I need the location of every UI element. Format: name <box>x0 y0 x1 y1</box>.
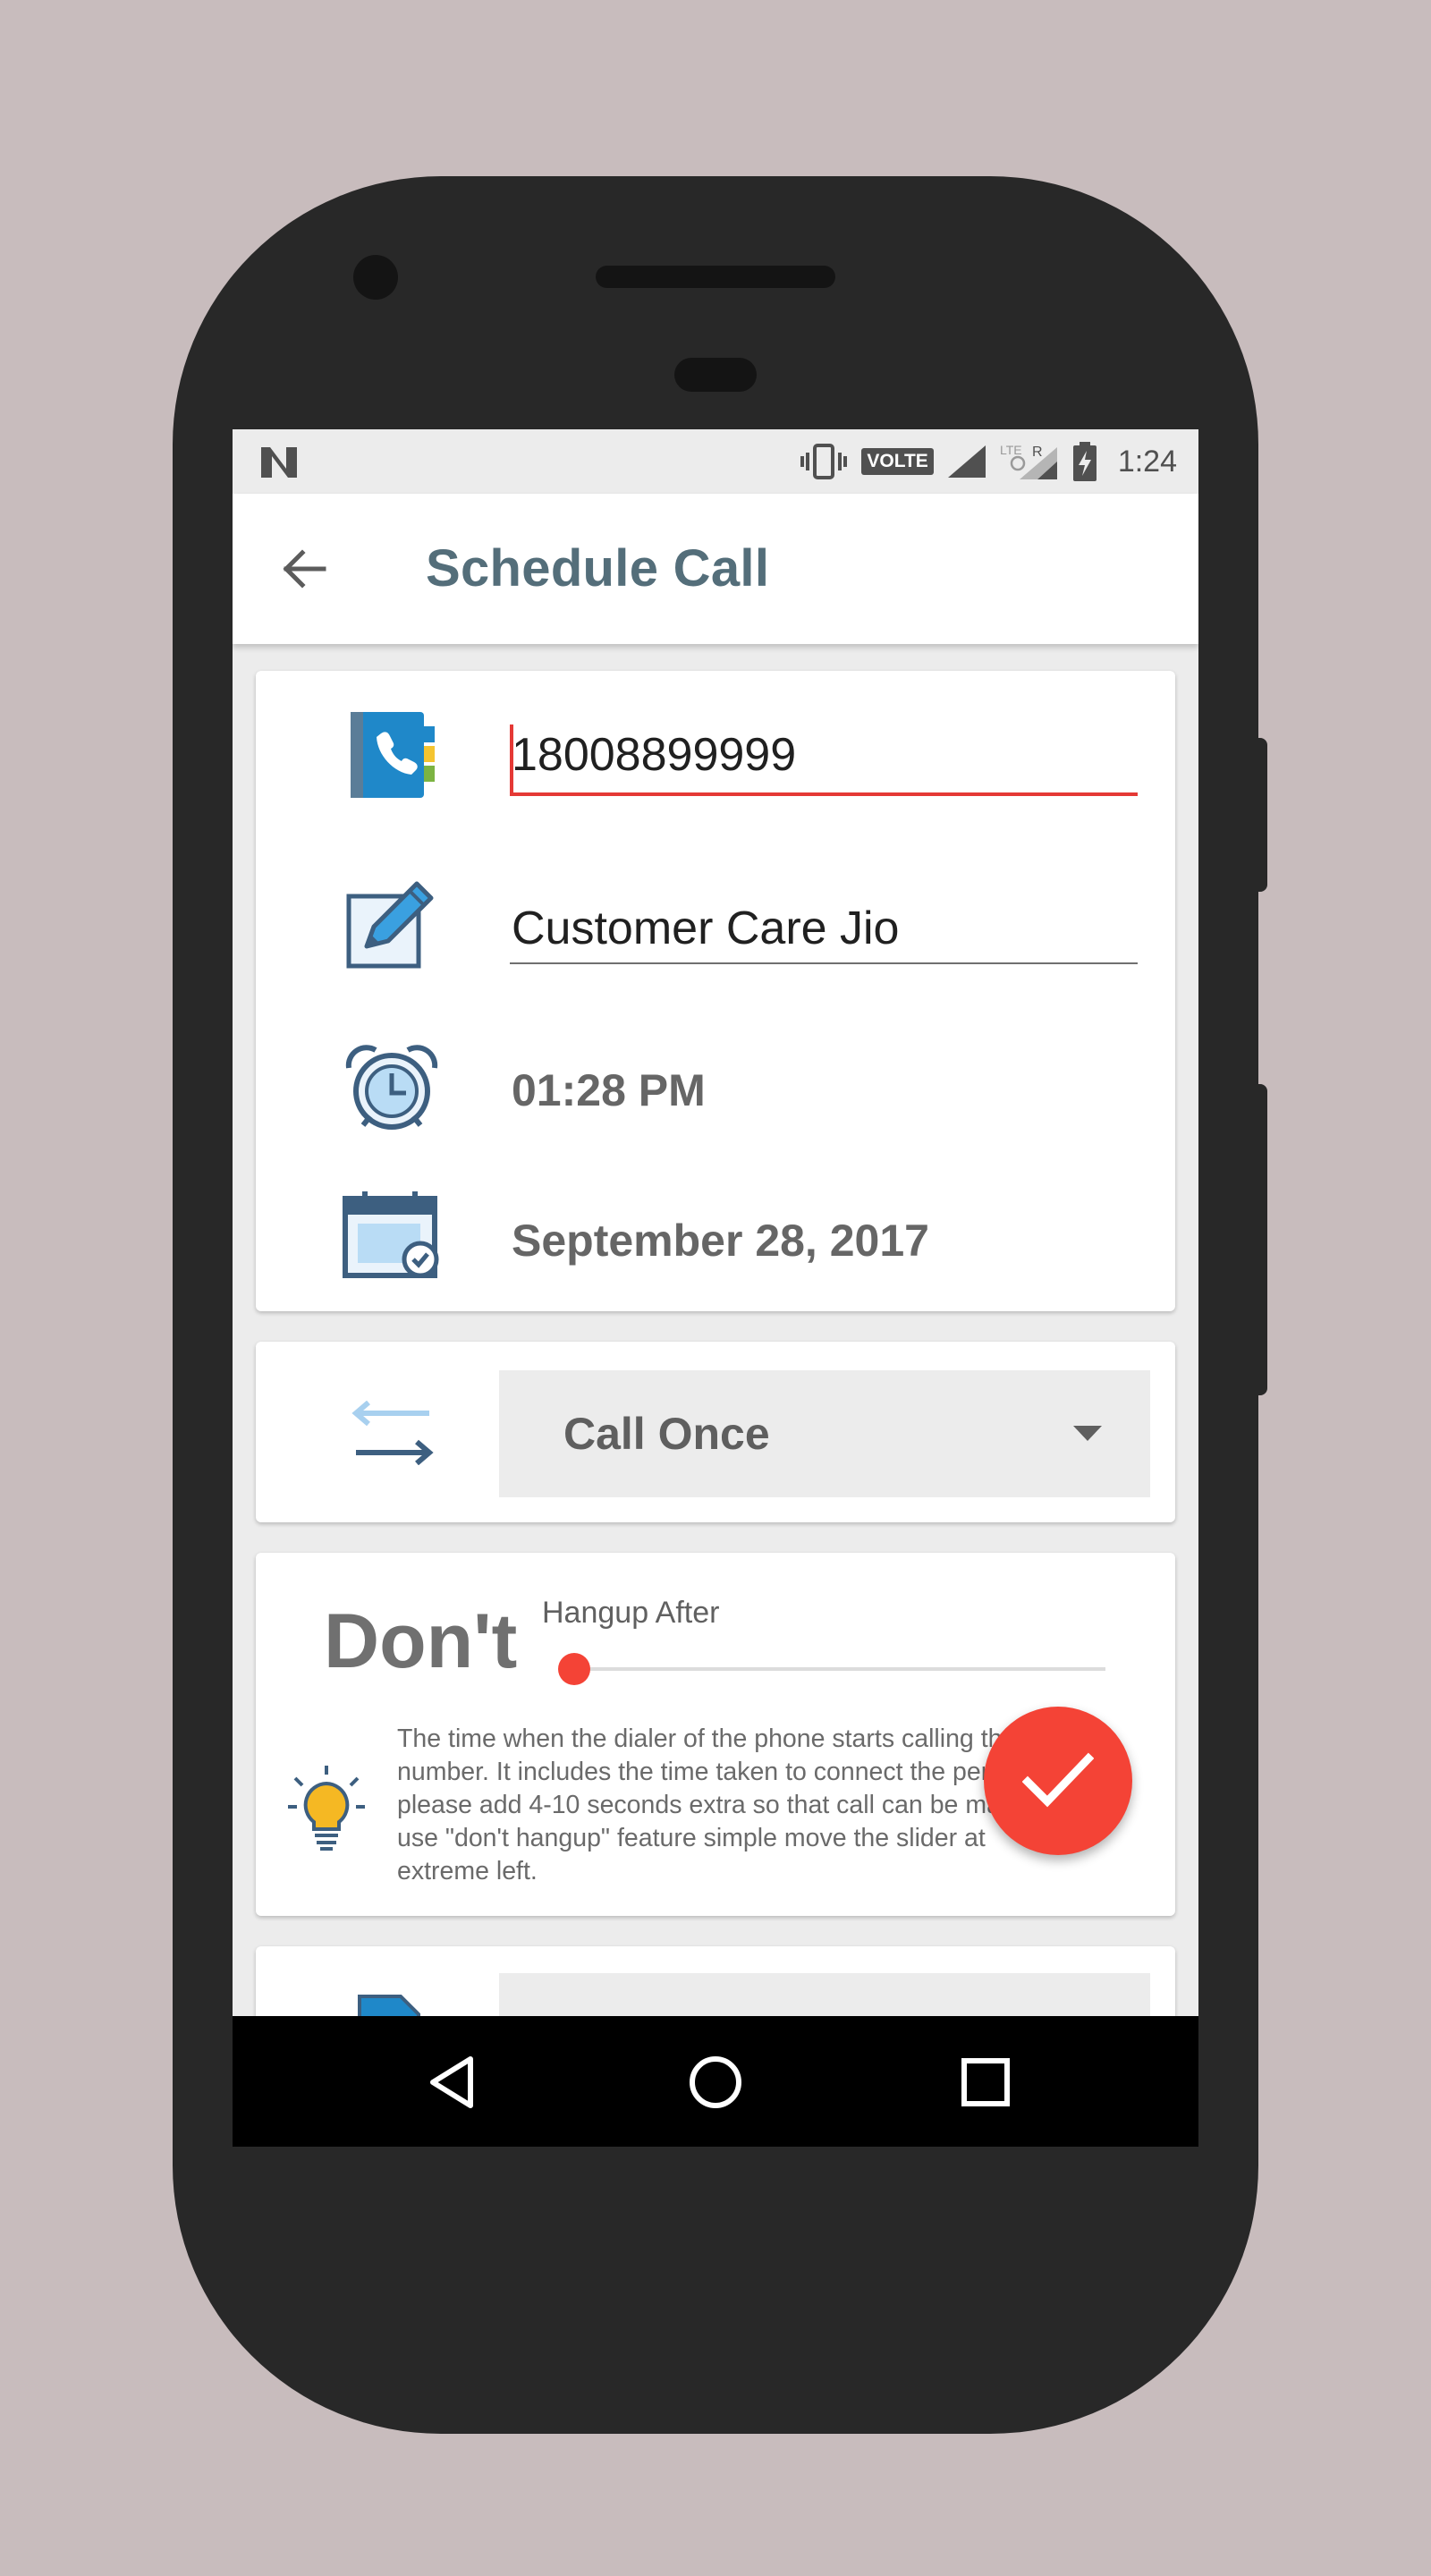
contacts-book-icon[interactable] <box>347 710 436 800</box>
call-name-input[interactable]: Customer Care Jio <box>512 902 899 955</box>
lightbulb-icon <box>288 1766 365 1851</box>
repeat-card: Call Once <box>256 1342 1175 1522</box>
hangup-slider-thumb[interactable] <box>558 1653 590 1685</box>
date-value[interactable]: September 28, 2017 <box>512 1215 929 1267</box>
note-icon <box>358 1995 420 2016</box>
time-value[interactable]: 01:28 PM <box>512 1064 706 1116</box>
call-name-underline <box>510 962 1138 964</box>
hangup-hint-text: The time when the dialer of the phone st… <box>397 1724 1076 1885</box>
repeat-dropdown[interactable]: Call Once <box>499 1370 1150 1497</box>
hangup-title: Hangup After <box>542 1596 720 1630</box>
svg-text:LTE: LTE <box>1000 443 1022 457</box>
nav-recents-icon[interactable] <box>957 2054 1014 2111</box>
phone-screen: VOLTE LTE R 1:24 Schedule Call 180088999… <box>233 429 1198 2147</box>
alarm-clock-icon <box>345 1045 438 1130</box>
status-icons: VOLTE LTE R 1:24 <box>799 429 1177 494</box>
battery-charging-icon <box>1072 442 1097 481</box>
text-cursor <box>510 724 513 796</box>
svg-text:R: R <box>1032 445 1043 460</box>
hangup-slider-track[interactable] <box>574 1667 1105 1671</box>
earpiece-speaker <box>596 266 835 288</box>
nav-back-icon[interactable] <box>424 2054 481 2111</box>
app-toolbar: Schedule Call <box>233 494 1198 644</box>
call-details-card: 18008899999 Customer Care Jio 01:28 PM S… <box>256 671 1175 1311</box>
nav-home-icon[interactable] <box>687 2054 744 2111</box>
calendar-icon <box>343 1191 439 1278</box>
arrow-back-icon[interactable] <box>277 542 331 596</box>
page-title: Schedule Call <box>426 539 770 597</box>
navigation-bar <box>233 2016 1198 2147</box>
vibrate-icon <box>800 444 848 479</box>
signal-icon <box>947 445 986 478</box>
signal-roaming-icon: LTE R <box>1000 443 1057 479</box>
notes-field[interactable] <box>499 1973 1150 2016</box>
hangup-value-label: Don't <box>324 1598 518 1684</box>
phone-number-underline <box>510 792 1138 796</box>
dropdown-arrow-icon <box>1073 1426 1102 1441</box>
check-icon <box>1022 1752 1094 1808</box>
repeat-icon <box>351 1401 434 1465</box>
save-fab-button[interactable] <box>984 1707 1132 1855</box>
edit-name-icon <box>346 881 434 969</box>
front-camera <box>353 255 398 300</box>
notes-card <box>256 1946 1175 2016</box>
status-bar: VOLTE LTE R 1:24 <box>233 429 1198 494</box>
n-icon <box>261 447 297 478</box>
status-clock: 1:24 <box>1117 444 1177 479</box>
volte-badge: VOLTE <box>861 448 934 475</box>
proximity-sensor <box>674 358 757 392</box>
repeat-selected-value: Call Once <box>563 1409 770 1459</box>
phone-number-input[interactable]: 18008899999 <box>512 728 796 782</box>
